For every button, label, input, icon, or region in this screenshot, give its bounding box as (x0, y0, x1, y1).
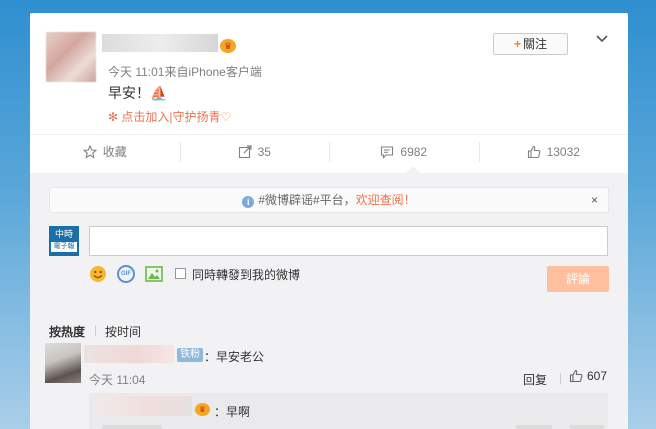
plus-icon: + (513, 37, 521, 51)
reply-text: ：早啊 (214, 405, 251, 419)
image-icon[interactable] (145, 265, 163, 283)
emoji-icon[interactable] (89, 265, 107, 283)
author-avatar[interactable] (46, 32, 96, 82)
like-count: 13032 (546, 144, 580, 159)
replier-name[interactable] (96, 396, 192, 416)
follow-label: 關注 (523, 37, 548, 51)
thumbs-up-icon (527, 145, 540, 158)
sort-by-hot[interactable]: 按热度 (49, 323, 85, 340)
repost-icon (238, 144, 252, 158)
close-icon[interactable]: × (591, 188, 598, 212)
comment-like-count: 607 (587, 369, 608, 383)
comment-like-button[interactable]: 607 (569, 369, 607, 383)
info-icon: i (242, 196, 255, 208)
chevron-down-icon[interactable] (594, 31, 610, 47)
commenter-avatar[interactable] (45, 343, 81, 383)
vip-badge-icon: ♛ (220, 39, 236, 53)
post-text: 早安！⛵ (108, 85, 168, 101)
comment-count: 6982 (400, 144, 428, 159)
repost-count: 35 (257, 144, 271, 159)
submit-comment-button[interactable]: 評論 (547, 266, 609, 292)
reply-reply-button[interactable] (516, 425, 552, 429)
star-icon (82, 144, 97, 159)
sort-by-time[interactable]: 按时间 (105, 323, 141, 340)
reply-time (102, 425, 162, 429)
weibo-card: ♛ + 關注 今天 11:01来自iPhone客户端 早安！⛵ ✻ 点击加入|守护… (30, 13, 628, 429)
rumor-notice: i #微博辟谣#平台，欢迎查阅！ × (49, 187, 609, 213)
favorite-button[interactable]: 收藏 (30, 142, 180, 162)
gif-icon[interactable]: GIF (117, 265, 135, 283)
post-meta: 今天 11:01来自iPhone客户端 (108, 65, 262, 79)
vip-badge-icon: ♛ (195, 403, 210, 416)
like-button[interactable]: 13032 (478, 141, 629, 162)
sort-separator: | (94, 323, 98, 337)
notice-text: #微博辟谣#平台， (258, 193, 356, 207)
reply-like-button[interactable] (570, 425, 604, 429)
commenter-name[interactable] (84, 345, 174, 363)
thumbs-up-icon (569, 369, 583, 383)
author-name[interactable] (102, 34, 218, 52)
repost-button[interactable]: 35 (179, 141, 330, 162)
comment-action-separator: | (559, 371, 563, 385)
notice-link[interactable]: 欢迎查阅！ (356, 193, 416, 207)
page-background-right (628, 13, 656, 429)
post-topic-link[interactable]: ✻ 点击加入|守护扬青♡ (108, 108, 231, 125)
comment-text: ：早安老公 (204, 350, 265, 364)
favorite-label: 收藏 (102, 145, 127, 159)
comment-icon (381, 145, 394, 159)
comment-input[interactable] (89, 226, 608, 256)
comment-button[interactable]: 6982 (329, 141, 479, 162)
fan-badge: 铁粉 (177, 348, 203, 362)
comment-pointer (406, 166, 420, 173)
reply-button[interactable]: 回复 (523, 371, 547, 388)
avatar-subtext: 電子報 (51, 242, 77, 252)
current-user-avatar[interactable]: 中時 電子報 (49, 226, 79, 256)
comment-time: 今天 11:04 (89, 373, 146, 387)
action-bar: 收藏 35 6982 13032 (30, 134, 628, 169)
follow-button[interactable]: + 關注 (493, 33, 568, 55)
repost-checkbox-label: 同時轉發到我的微博 (192, 268, 301, 282)
repost-checkbox[interactable] (175, 268, 186, 279)
avatar-text: 中時 (54, 229, 73, 239)
